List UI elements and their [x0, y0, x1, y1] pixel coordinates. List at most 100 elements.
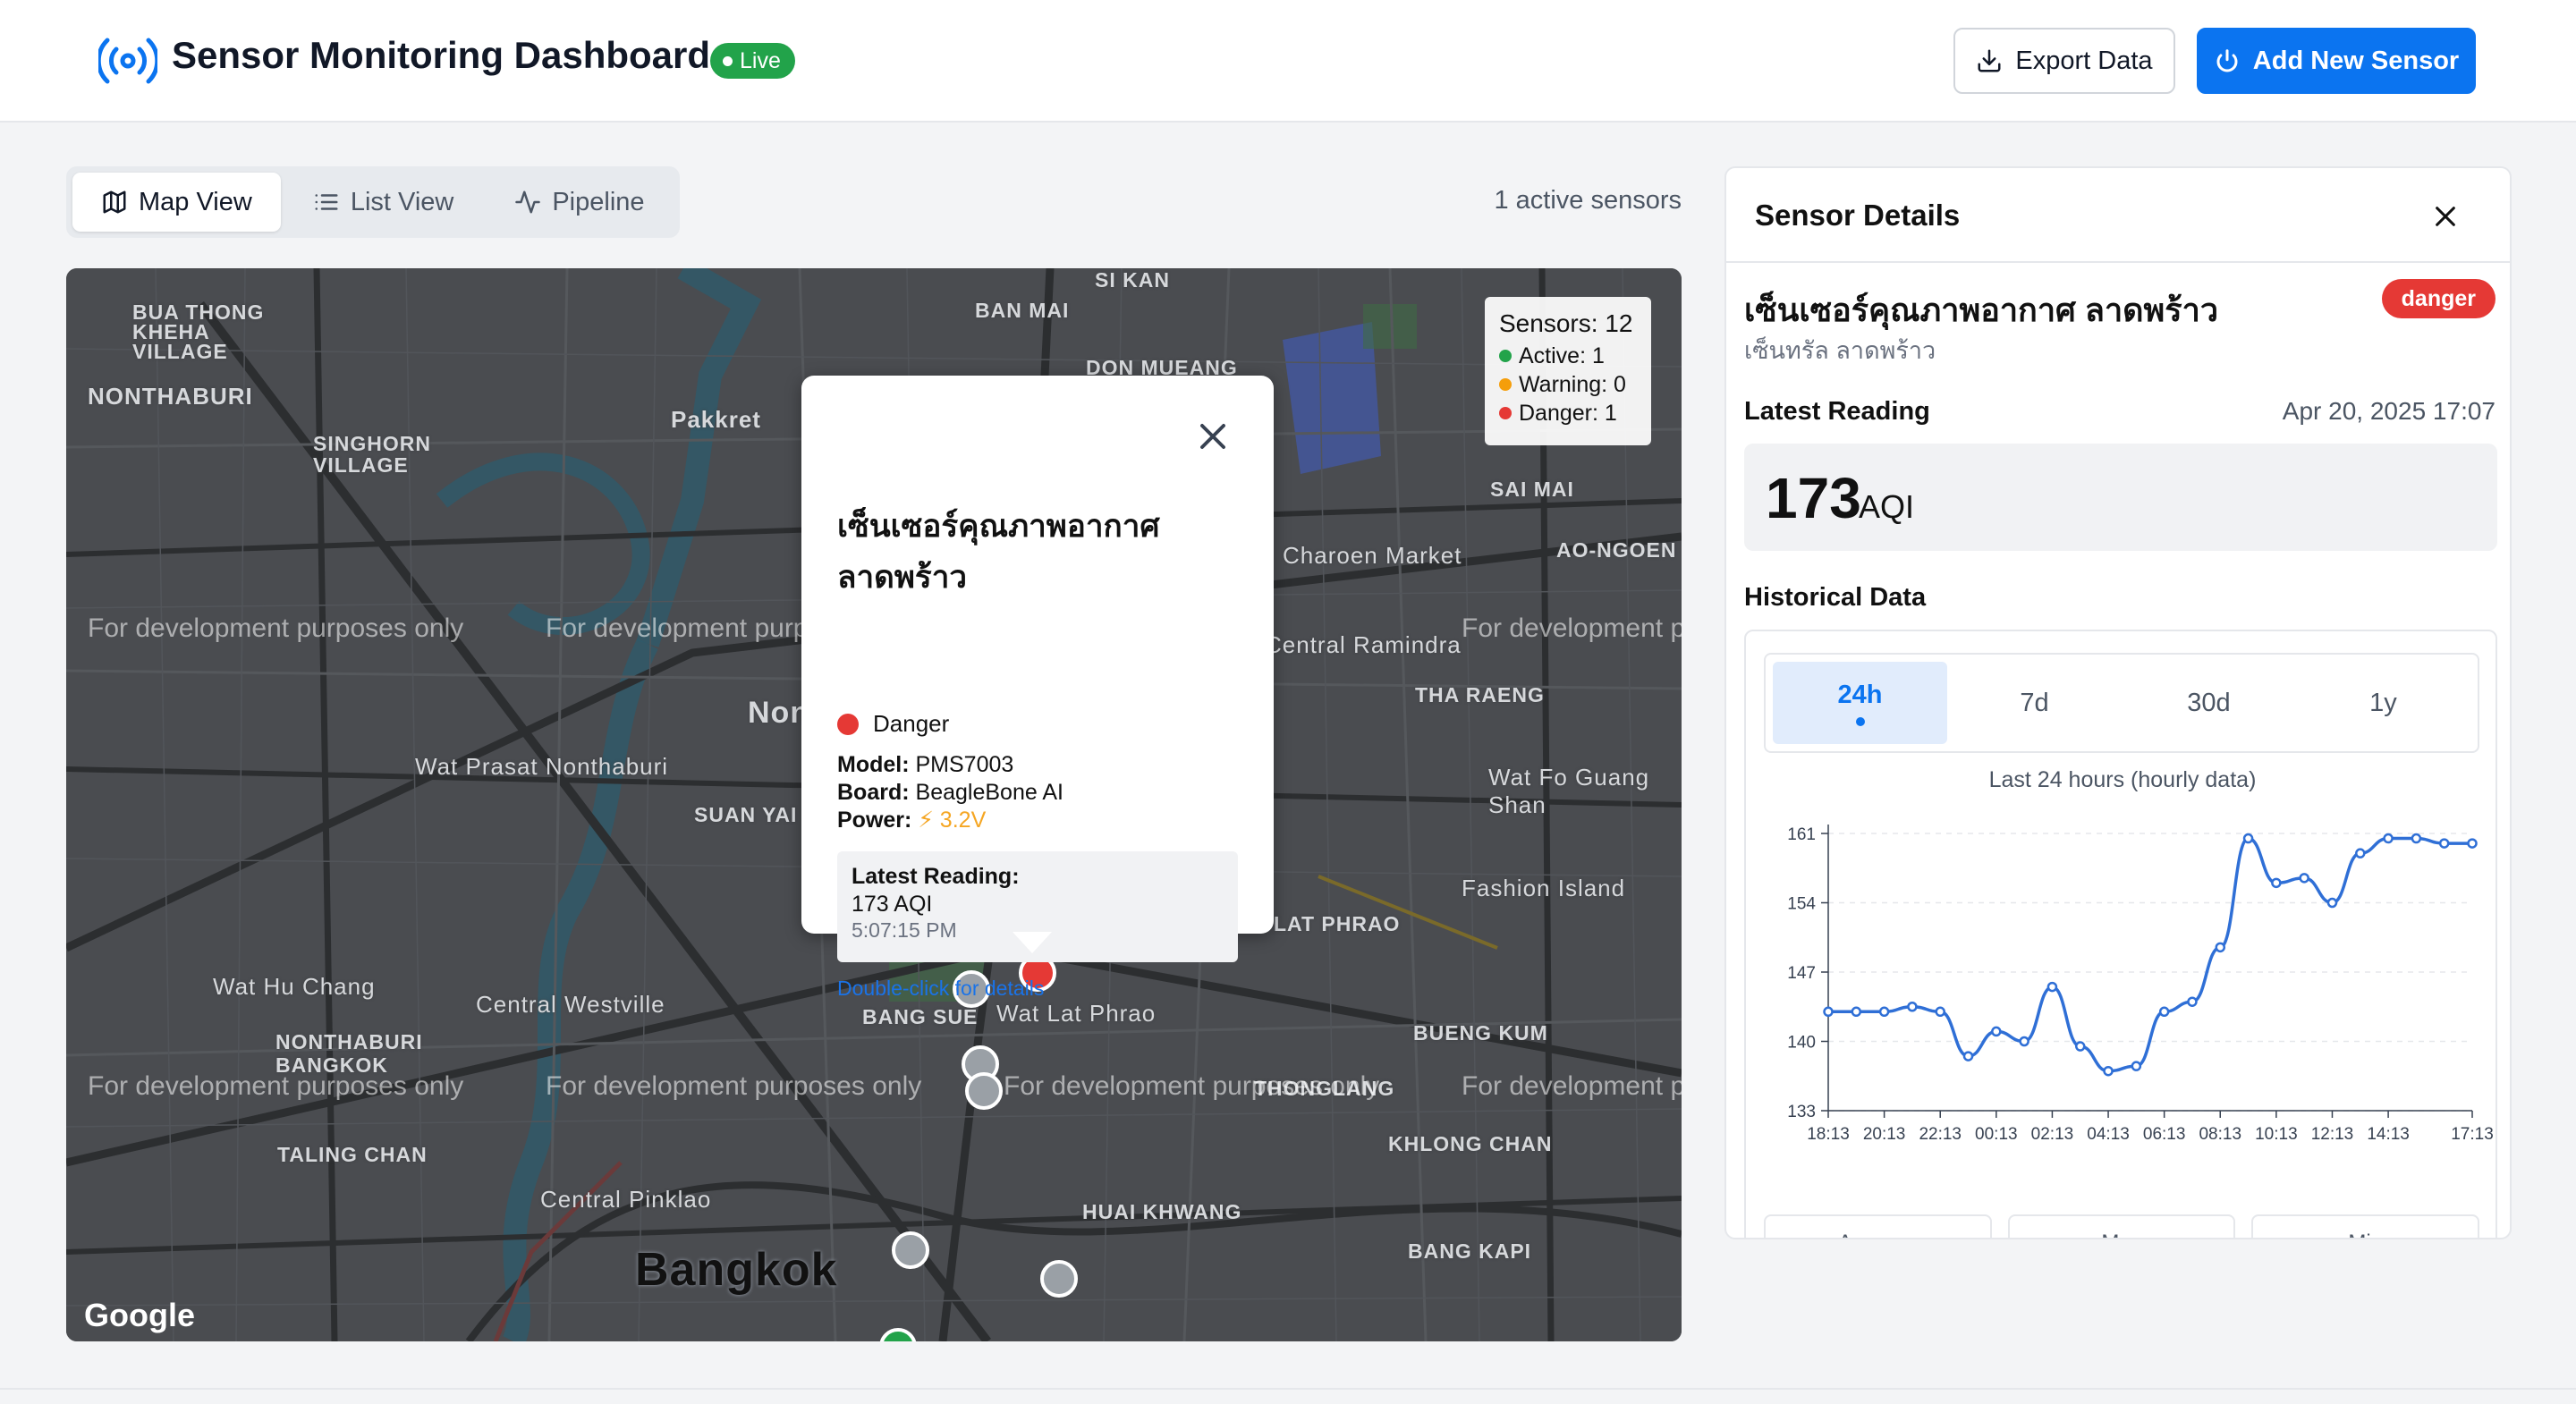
- map-label: Bangkok: [635, 1244, 838, 1296]
- y-tick-label: 140: [1787, 1034, 1816, 1053]
- export-data-label: Export Data: [2015, 46, 2153, 75]
- google-logo: Google: [84, 1297, 195, 1333]
- live-badge: Live: [710, 43, 795, 79]
- dev-watermark: For development purposes only: [1462, 613, 1682, 643]
- map-label: Charoen Market: [1283, 542, 1462, 569]
- power-icon: [2216, 49, 2238, 72]
- tab-pipeline-label: Pipeline: [552, 187, 645, 216]
- danger-dot-icon: [837, 713, 859, 735]
- range-tab-1y[interactable]: 1y: [2296, 662, 2470, 744]
- list-icon: [315, 194, 338, 210]
- power-value: ⚡ 3.2V: [918, 808, 987, 833]
- data-point: [2019, 1036, 2029, 1047]
- x-tick-label: 08:13: [2199, 1125, 2241, 1144]
- sensor-marker[interactable]: [892, 1231, 929, 1269]
- add-sensor-label: Add New Sensor: [2252, 46, 2460, 75]
- sensor-legend: Sensors: 12 Active: 1 Warning: 0 Danger:…: [1485, 297, 1651, 445]
- stat-card-max: Max: [2007, 1214, 2236, 1238]
- legend-title: Sensors: 12: [1499, 309, 1633, 337]
- map-label: SINGHORN VILLAGE: [313, 432, 431, 477]
- stat-card-label: Max: [2101, 1231, 2141, 1238]
- popup-status: Danger: [837, 710, 949, 738]
- y-tick-label: 147: [1787, 964, 1816, 983]
- range-tab-label: 30d: [2187, 688, 2231, 717]
- data-point: [1991, 1026, 2002, 1037]
- aqi-value: 173: [1766, 466, 1861, 530]
- data-point: [2187, 996, 2198, 1007]
- tab-list-view-label: List View: [350, 187, 454, 216]
- live-badge-label: Live: [740, 47, 781, 73]
- danger-dot-icon: [1499, 407, 1512, 419]
- data-point: [2299, 873, 2309, 884]
- model-label: Model:: [837, 752, 910, 777]
- reading-value: 173 AQI: [852, 892, 933, 917]
- add-sensor-button[interactable]: Add New Sensor: [2197, 28, 2476, 94]
- x-tick-label: 18:13: [1807, 1125, 1850, 1144]
- popup-board-row: Board: BeagleBone AI: [837, 779, 1063, 807]
- stat-card-min: Min: [2251, 1214, 2480, 1238]
- close-icon[interactable]: [2433, 204, 2458, 229]
- data-point: [2271, 877, 2282, 889]
- sensor-marker[interactable]: [965, 1072, 1003, 1110]
- tab-list-view[interactable]: List View: [284, 173, 483, 232]
- popup-power-row: Power: ⚡ 3.2V: [837, 807, 1063, 834]
- map-label: NONTHABURI BANGKOK: [275, 1030, 423, 1077]
- map-label: Central Ramindra: [1265, 631, 1462, 658]
- download-icon: [1978, 49, 2001, 72]
- legend-active-row: Active: 1: [1499, 342, 1637, 370]
- x-tick-label: 10:13: [2255, 1125, 2298, 1144]
- map-label: SAI MAI: [1490, 478, 1574, 501]
- data-point: [1907, 1002, 1918, 1012]
- legend-danger: Danger: 1: [1519, 401, 1617, 426]
- legend-active: Active: 1: [1519, 343, 1605, 368]
- active-dot-icon: [1499, 350, 1512, 362]
- data-point: [2411, 833, 2422, 844]
- data-point: [2074, 1041, 2086, 1052]
- y-tick-label: 161: [1787, 825, 1816, 844]
- aqi-box: 173 AQI: [1744, 444, 2497, 551]
- map-label: KHLONG CHAN: [1388, 1132, 1553, 1155]
- power-label: Power:: [837, 808, 912, 833]
- range-tab-24h[interactable]: 24h: [1773, 662, 1947, 744]
- data-point: [1935, 1006, 1945, 1018]
- popup-info: Model: PMS7003 Board: BeagleBone AI Powe…: [837, 751, 1063, 834]
- sensor-location: เซ็นทรัล ลาดพร้าว: [1744, 337, 1936, 364]
- stat-card-average: Average: [1764, 1214, 1992, 1238]
- data-point: [2438, 838, 2450, 849]
- y-tick-label: 133: [1787, 1103, 1816, 1121]
- range-tab-7d[interactable]: 7d: [1947, 662, 2122, 744]
- popup-model-row: Model: PMS7003: [837, 751, 1063, 779]
- map-label: Pakkret: [671, 406, 761, 433]
- stat-card-label: Average: [1838, 1231, 1918, 1238]
- range-tab-label: 24h: [1837, 680, 1883, 709]
- close-icon[interactable]: [1197, 420, 1229, 452]
- tab-pipeline[interactable]: Pipeline: [486, 173, 673, 232]
- x-tick-label: 12:13: [2311, 1125, 2354, 1144]
- map-canvas[interactable]: BUA THONG KHEHA VILLAGE NONTHABURI SINGH…: [66, 268, 1682, 1341]
- data-point: [1878, 1006, 1890, 1018]
- data-point: [2326, 897, 2338, 909]
- details-link[interactable]: Double-click for details: [837, 977, 1044, 1001]
- sensor-details-panel: Sensor Details เซ็นเซอร์คุณภาพอากาศ ลาดพ…: [1724, 166, 2512, 1239]
- export-data-button[interactable]: Export Data: [1953, 28, 2175, 94]
- map-label: Wat Prasat Nonthaburi: [415, 753, 669, 780]
- tab-map-view[interactable]: Map View: [72, 173, 281, 232]
- map-label: THA RAENG: [1415, 683, 1545, 706]
- sensor-marker[interactable]: [1040, 1260, 1078, 1298]
- data-point: [2383, 833, 2394, 844]
- y-tick-label: 154: [1787, 895, 1816, 914]
- x-tick-label: 06:13: [2143, 1125, 2186, 1144]
- x-tick-label: 22:13: [1919, 1125, 1962, 1144]
- series-line: [1828, 836, 2472, 1073]
- panel-header: Sensor Details: [1726, 168, 2510, 263]
- dev-watermark: For development purposes only: [1462, 1071, 1682, 1101]
- map-label: AO-NGOEN: [1556, 538, 1677, 562]
- data-point: [2242, 833, 2254, 844]
- legend-warning: Warning: 0: [1519, 372, 1626, 397]
- latest-reading-label: Latest Reading: [1744, 397, 1930, 426]
- x-tick-label: 00:13: [1975, 1125, 2018, 1144]
- dev-watermark: For development purposes only: [88, 1071, 464, 1101]
- stat-cards: Average Max Min: [1764, 1214, 2480, 1238]
- popup-tail: [1013, 932, 1052, 953]
- range-tab-30d[interactable]: 30d: [2122, 662, 2296, 744]
